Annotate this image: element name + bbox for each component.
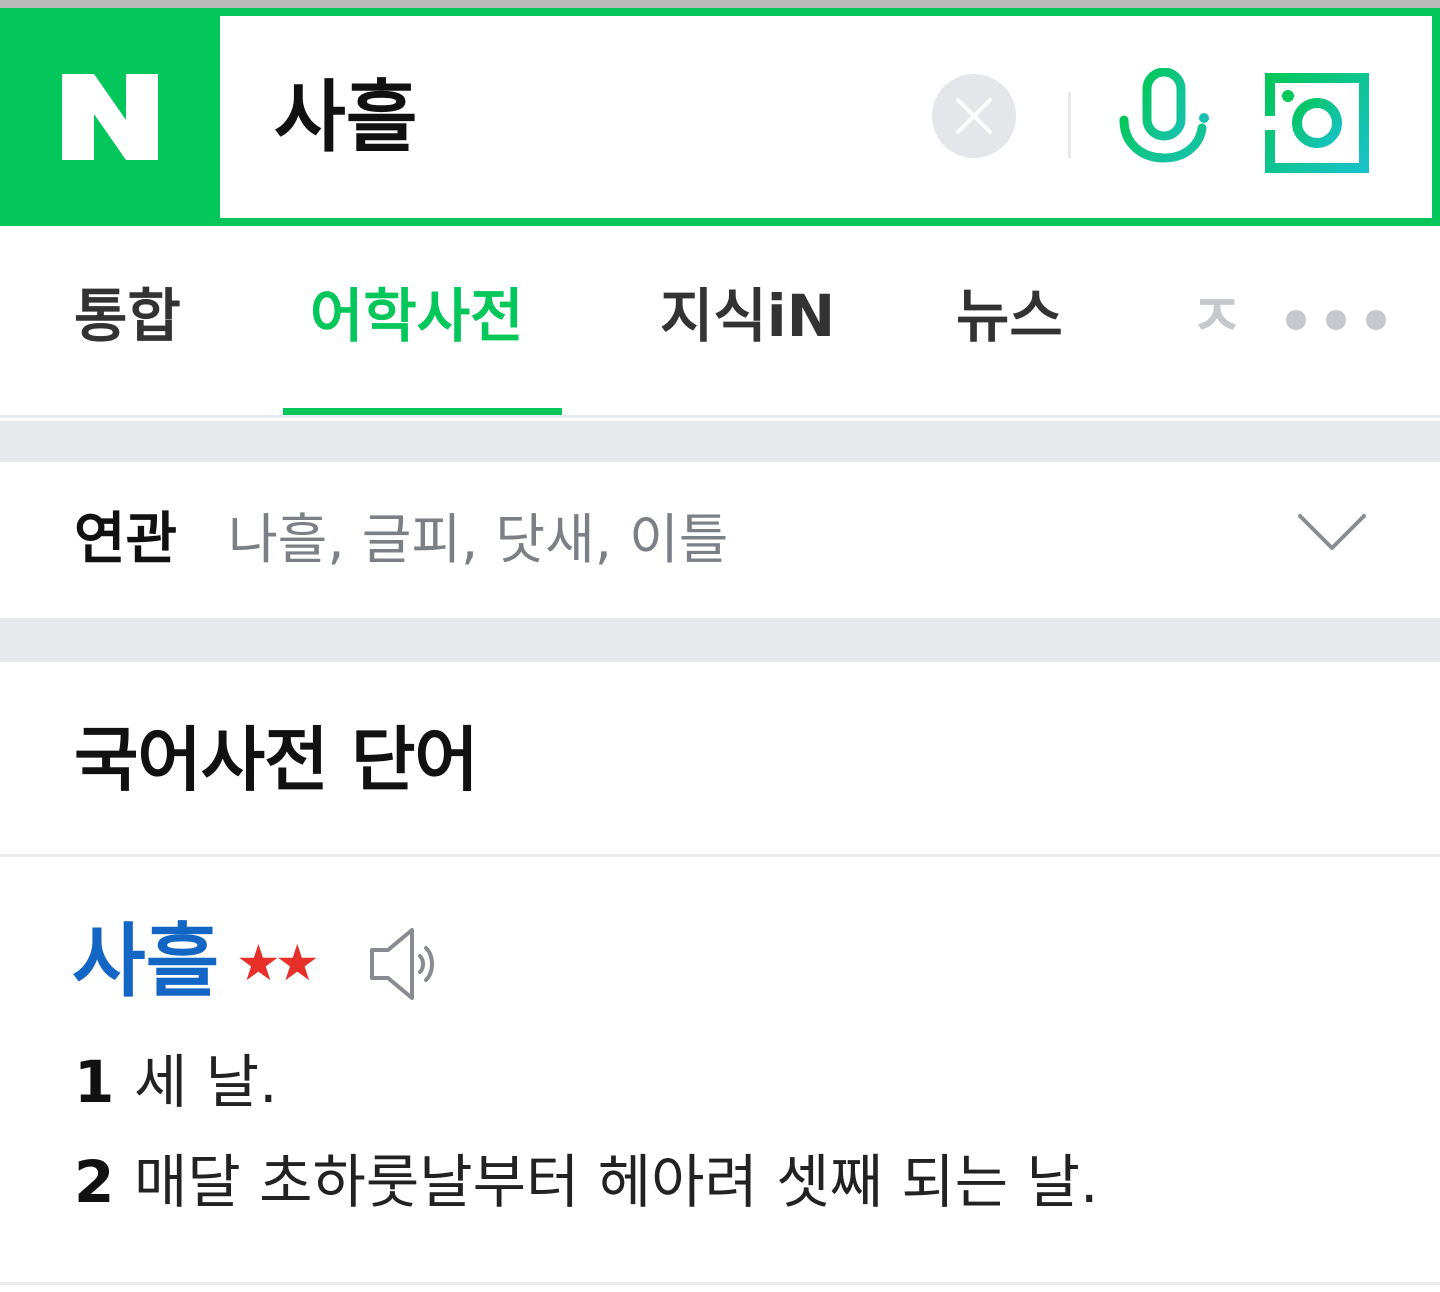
related-words[interactable]: 나흘, 글피, 닷새, 이틀 [228, 500, 728, 580]
related-label: 연관 [74, 507, 178, 572]
camera-lens-icon [1265, 73, 1369, 173]
definition-item: 2 매달 초하룻날부터 헤아려 셋째 되는 날. [74, 1142, 1098, 1222]
more-tabs-button[interactable] [1286, 310, 1386, 330]
related-searches: 연관 나흘, 글피, 닷새, 이틀 [0, 462, 1440, 618]
close-icon [956, 98, 992, 134]
tab-dictionary[interactable]: 어학사전 [310, 276, 523, 356]
chevron-down-icon[interactable] [1296, 510, 1368, 554]
naver-logo[interactable] [0, 8, 220, 226]
importance-stars: ★★ [236, 934, 320, 992]
microphone-icon [1119, 67, 1209, 179]
tab-integrated[interactable]: 통합 [74, 276, 181, 356]
definition-number: 1 [74, 1048, 115, 1116]
search-header: 사흘 [0, 8, 1440, 226]
tab-knowledge-in[interactable]: 지식iN [660, 276, 835, 356]
search-divider [1068, 92, 1071, 158]
status-strip [0, 0, 1440, 8]
divider [0, 1282, 1440, 1285]
divider [0, 854, 1440, 857]
search-tabs: 통합 어학사전 지식iN 뉴스 ㅈ [0, 226, 1440, 418]
definition-number: 2 [74, 1148, 115, 1216]
definition-text: 매달 초하룻날부터 헤아려 셋째 되는 날. [134, 1148, 1099, 1216]
image-search-button[interactable] [1264, 72, 1370, 174]
section-title: 국어사전 단어 [74, 719, 479, 801]
naver-logo-icon [62, 74, 158, 160]
definition-item: 1 세 날. [74, 1042, 278, 1122]
search-box[interactable]: 사흘 [220, 16, 1432, 218]
definition-text: 세 날. [134, 1048, 278, 1116]
voice-search-button[interactable] [1116, 67, 1212, 179]
speaker-icon[interactable] [366, 924, 446, 1004]
entry-headword[interactable]: 사흘 [72, 912, 219, 1012]
tab-partial[interactable]: ㅈ [1190, 276, 1243, 356]
clear-search-button[interactable] [932, 74, 1016, 158]
section-gap [0, 618, 1440, 662]
active-tab-indicator [283, 408, 562, 415]
tab-news[interactable]: 뉴스 [956, 276, 1063, 356]
more-dot-icon [1366, 310, 1386, 330]
more-dot-icon [1326, 310, 1346, 330]
section-gap [0, 421, 1440, 462]
more-dot-icon [1286, 310, 1306, 330]
search-input[interactable]: 사흘 [274, 68, 418, 168]
